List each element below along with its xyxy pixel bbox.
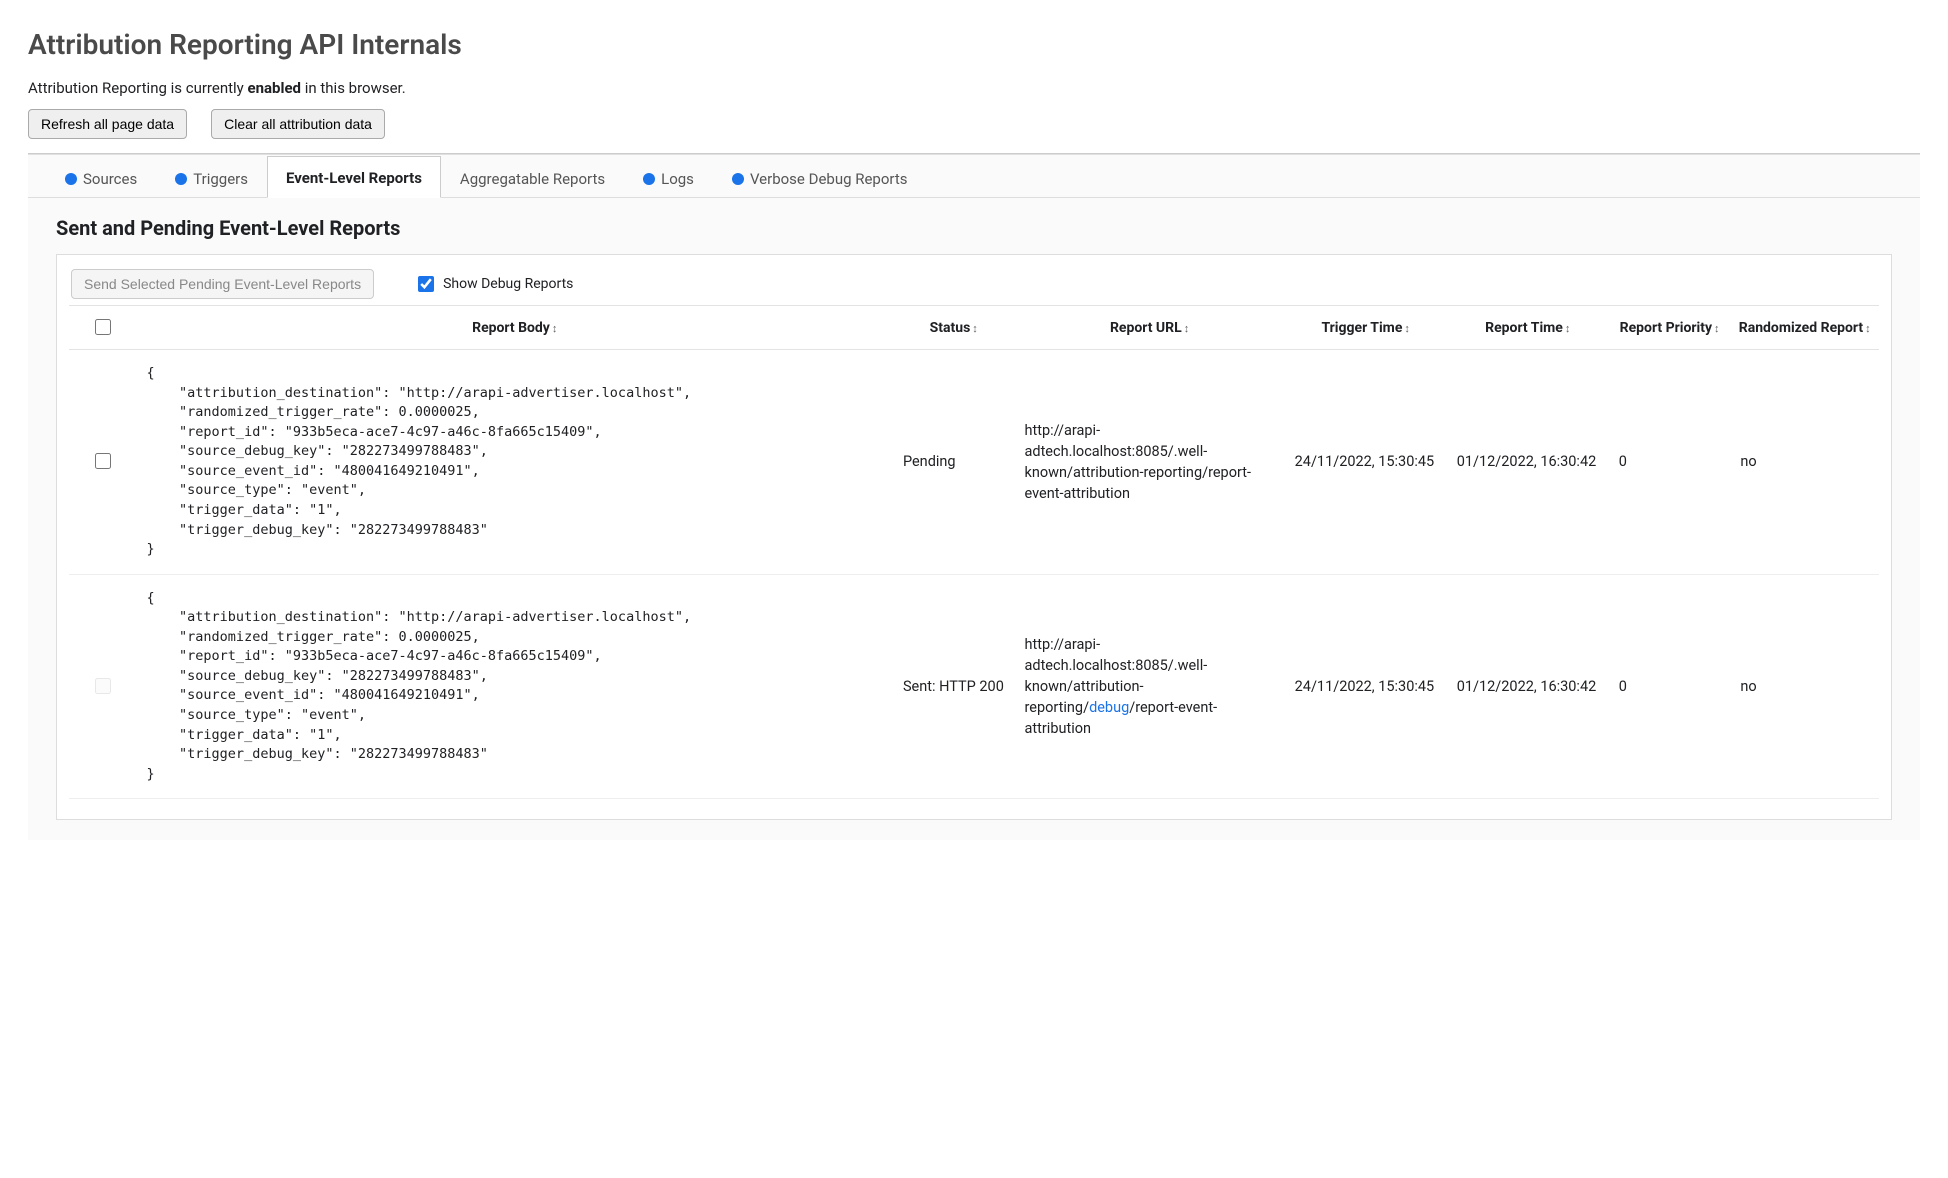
- report-time-cell: 01/12/2022, 16:30:42: [1447, 574, 1609, 799]
- tab-verbose-debug-reports[interactable]: Verbose Debug Reports: [713, 156, 927, 198]
- report-body: { "attribution_destination": "http://ara…: [147, 589, 883, 785]
- sort-icon: ↕: [1865, 322, 1871, 335]
- reports-table: Report Body↕ Status↕ Report URL↕ Trigger…: [69, 305, 1879, 799]
- tab-label: Triggers: [193, 170, 248, 188]
- tab-dot-icon: [643, 173, 655, 185]
- sort-icon: ↕: [972, 322, 978, 335]
- sort-icon: ↕: [1714, 322, 1720, 335]
- tab-logs[interactable]: Logs: [624, 156, 713, 198]
- refresh-button[interactable]: Refresh all page data: [28, 109, 187, 139]
- col-report-priority[interactable]: Report Priority↕: [1609, 306, 1731, 350]
- status-suffix: in this browser.: [301, 79, 406, 97]
- priority-cell: 0: [1609, 350, 1731, 575]
- send-selected-button[interactable]: Send Selected Pending Event-Level Report…: [71, 269, 374, 299]
- trigger-time-cell: 24/11/2022, 15:30:45: [1285, 574, 1447, 799]
- table-row: { "attribution_destination": "http://ara…: [69, 350, 1879, 575]
- select-all-checkbox[interactable]: [95, 319, 111, 335]
- tab-sources[interactable]: Sources: [46, 156, 156, 198]
- clear-button[interactable]: Clear all attribution data: [211, 109, 385, 139]
- col-randomized-report[interactable]: Randomized Report↕: [1730, 306, 1879, 350]
- row-select-checkbox[interactable]: [95, 453, 111, 469]
- report-time-cell: 01/12/2022, 16:30:42: [1447, 350, 1609, 575]
- tab-label: Sources: [83, 170, 137, 188]
- priority-cell: 0: [1609, 574, 1731, 799]
- col-report-body[interactable]: Report Body↕: [137, 306, 893, 350]
- tab-label: Event-Level Reports: [286, 169, 422, 187]
- page-title: Attribution Reporting API Internals: [28, 28, 1920, 61]
- status-cell: Pending: [893, 350, 1015, 575]
- show-debug-toggle[interactable]: Show Debug Reports: [414, 273, 573, 295]
- randomized-cell: no: [1730, 574, 1879, 799]
- tab-aggregatable-reports[interactable]: Aggregatable Reports: [441, 156, 624, 198]
- col-report-time[interactable]: Report Time↕: [1447, 306, 1609, 350]
- col-select: [69, 306, 137, 350]
- show-debug-checkbox[interactable]: [418, 276, 434, 292]
- col-status[interactable]: Status↕: [893, 306, 1015, 350]
- status-cell: Sent: HTTP 200: [893, 574, 1015, 799]
- tab-label: Logs: [661, 170, 694, 188]
- section-title: Sent and Pending Event-Level Reports: [56, 216, 1920, 240]
- report-body: { "attribution_destination": "http://ara…: [147, 364, 883, 560]
- tab-dot-icon: [732, 173, 744, 185]
- col-report-url[interactable]: Report URL↕: [1015, 306, 1285, 350]
- status-line: Attribution Reporting is currently enabl…: [28, 79, 1920, 97]
- tabs: Sources Triggers Event-Level Reports Aggreg…: [28, 155, 1920, 198]
- report-url-cell: http://arapi-adtech.localhost:8085/.well…: [1015, 574, 1285, 799]
- status-value: enabled: [248, 79, 302, 97]
- sort-icon: ↕: [552, 322, 558, 335]
- col-trigger-time[interactable]: Trigger Time↕: [1285, 306, 1447, 350]
- row-select-checkbox: [95, 678, 111, 694]
- tab-dot-icon: [175, 173, 187, 185]
- sort-icon: ↕: [1565, 322, 1571, 335]
- tab-dot-icon: [65, 173, 77, 185]
- sort-icon: ↕: [1404, 322, 1410, 335]
- sort-icon: ↕: [1184, 322, 1190, 335]
- randomized-cell: no: [1730, 350, 1879, 575]
- show-debug-label: Show Debug Reports: [443, 276, 573, 292]
- tab-triggers[interactable]: Triggers: [156, 156, 267, 198]
- tab-event-level-reports[interactable]: Event-Level Reports: [267, 156, 441, 198]
- status-prefix: Attribution Reporting is currently: [28, 79, 248, 97]
- url-debug-segment: debug: [1089, 699, 1129, 716]
- trigger-time-cell: 24/11/2022, 15:30:45: [1285, 350, 1447, 575]
- tab-label: Aggregatable Reports: [460, 170, 605, 188]
- report-url-cell: http://arapi-adtech.localhost:8085/.well…: [1015, 350, 1285, 575]
- reports-panel: Send Selected Pending Event-Level Report…: [56, 254, 1892, 820]
- tab-label: Verbose Debug Reports: [750, 170, 908, 188]
- table-row: { "attribution_destination": "http://ara…: [69, 574, 1879, 799]
